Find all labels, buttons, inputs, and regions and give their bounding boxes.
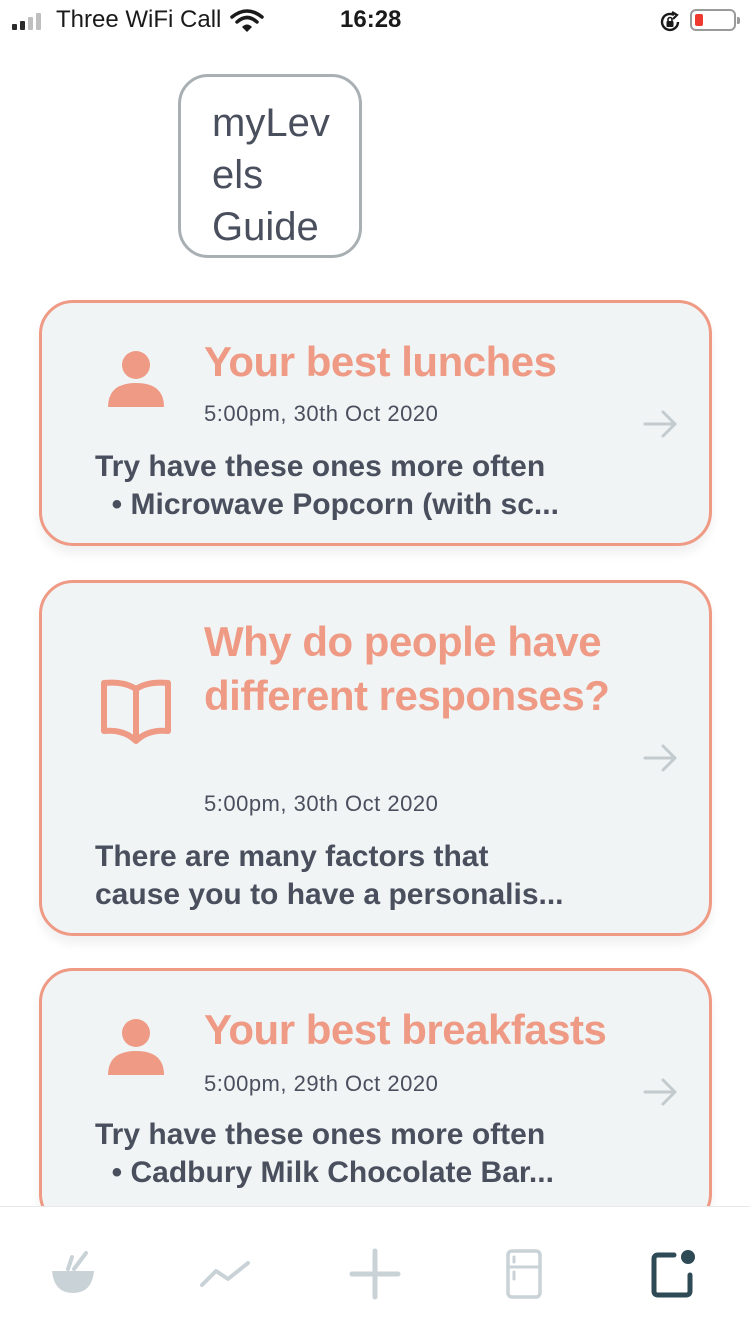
tab-bar [0,1206,750,1334]
app-logo: myLev els Guide [178,74,362,258]
logo-line: myLev [212,101,330,145]
card-timestamp: 5:00pm, 30th Oct 2020 [204,791,439,816]
status-bar: Three WiFi Call 16:28 [0,0,750,40]
arrow-right-icon [643,744,677,772]
wifi-icon [230,9,264,32]
card-title: Why do people have different responses? [204,618,610,719]
trend-line-icon[interactable] [198,1247,252,1301]
arrow-right-icon [643,410,677,438]
rotation-lock-icon [660,11,680,32]
card-preview-line: There are many factors that [95,840,489,873]
guide-card-best-lunches[interactable]: Your best lunches 5:00pm, 30th Oct 2020 … [39,300,712,546]
card-preview-line: cause you to have a personalis... [95,878,564,911]
logo-line: Guide [212,205,319,249]
card-preview-line: • Microwave Popcorn (with sc... [95,488,559,521]
card-preview-line: Try have these ones more often [95,1118,546,1151]
logo-line: els [212,153,264,197]
book-icon [101,679,171,744]
status-time: 16:28 [340,6,402,33]
card-title: Your best lunches [204,338,557,385]
card-preview: Try have these ones more often • Cadbury… [95,1116,595,1192]
person-icon [108,1019,164,1075]
card-preview-line: • Cadbury Milk Chocolate Bar... [95,1156,554,1189]
card-preview: There are many factors that cause you to… [95,838,595,914]
guide-card-different-responses[interactable]: Why do people have different responses? … [39,580,712,936]
guide-card-best-breakfasts[interactable]: Your best breakfasts 5:00pm, 29th Oct 20… [39,968,712,1228]
battery-low-icon [690,9,740,31]
card-timestamp: 5:00pm, 29th Oct 2020 [204,1071,439,1096]
card-timestamp: 5:00pm, 30th Oct 2020 [204,401,439,426]
card-preview-line: Try have these ones more often [95,450,546,483]
guide-notification-icon[interactable] [646,1247,700,1301]
person-icon [108,351,164,407]
food-bowl-icon[interactable] [46,1247,100,1301]
fridge-icon[interactable] [497,1247,551,1301]
carrier-label: Three WiFi Call [56,6,222,33]
add-icon[interactable] [348,1247,402,1301]
card-preview: Try have these ones more often • Microwa… [95,448,595,524]
arrow-right-icon [643,1078,677,1106]
card-title: Your best breakfasts [204,1006,607,1053]
signal-icon [12,12,41,30]
